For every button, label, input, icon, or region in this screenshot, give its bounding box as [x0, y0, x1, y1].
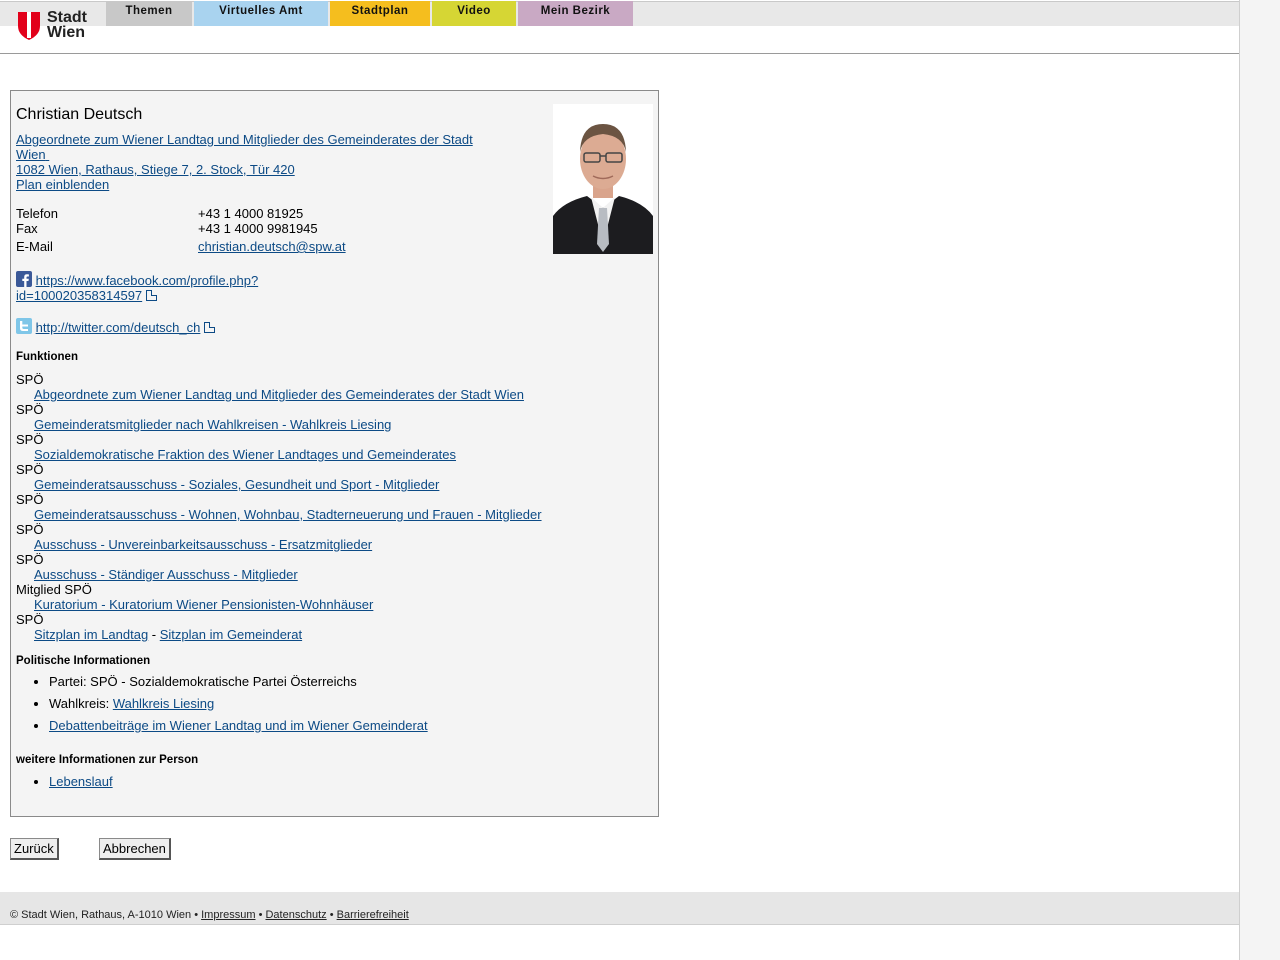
seat-plan-gemeinderat-link[interactable]: Sitzplan im Gemeinderat: [160, 627, 302, 642]
portrait-image: [553, 104, 653, 254]
role-link-line-1: Abgeordnete zum Wiener Landtag und Mitgl…: [16, 132, 473, 147]
function-party: SPÖ: [16, 402, 44, 417]
cancel-button[interactable]: Abbrechen: [99, 838, 171, 860]
seat-plan-links: Sitzplan im Landtag - Sitzplan im Gemein…: [16, 627, 636, 642]
facebook-link[interactable]: https://www.facebook.com/profile.php? id=…: [16, 273, 258, 303]
function-party: SPÖ: [16, 612, 44, 627]
tab-mein-bezirk[interactable]: Mein Bezirk: [518, 1, 633, 26]
logo-line-1: Stadt: [47, 9, 87, 26]
email-label: E-Mail: [16, 239, 53, 254]
email-row: E-Mail christian.deutsch@spw.at: [16, 239, 516, 254]
external-link-icon: [146, 290, 158, 301]
email-link[interactable]: christian.deutsch@spw.at: [198, 239, 346, 254]
function-party: SPÖ: [16, 462, 44, 477]
role-link-line-2: Wien: [16, 147, 46, 162]
tab-themen[interactable]: Themen: [106, 1, 192, 26]
debates-link[interactable]: Debattenbeiträge im Wiener Landtag und i…: [49, 718, 428, 733]
phone-value: +43 1 4000 81925: [198, 206, 304, 221]
political-info-heading: Politische Informationen: [16, 655, 151, 667]
fax-label: Fax: [16, 221, 38, 236]
party-item: Partei: SPÖ - Sozialdemokratische Partei…: [49, 674, 428, 689]
debates-item: Debattenbeiträge im Wiener Landtag und i…: [49, 718, 428, 733]
address-block: Abgeordnete zum Wiener Landtag und Mitgl…: [16, 132, 496, 192]
role-link[interactable]: Abgeordnete zum Wiener Landtag und Mitgl…: [16, 132, 496, 162]
function-link[interactable]: Ausschuss - Ständiger Ausschuss - Mitgli…: [16, 567, 636, 582]
impressum-link[interactable]: Impressum: [201, 909, 255, 921]
person-details-box: Christian Deutsch Abgeordnete zum Wiener…: [10, 90, 659, 817]
facebook-block: https://www.facebook.com/profile.php? id=…: [16, 271, 258, 303]
function-link[interactable]: Sozialdemokratische Fraktion des Wiener …: [16, 447, 636, 462]
function-party: SPÖ: [16, 522, 44, 537]
fax-row: Fax +43 1 4000 9981945: [16, 221, 516, 236]
person-photo: [553, 104, 653, 254]
cv-item: Lebenslauf: [49, 774, 113, 789]
site-header: Stadt Wien Themen Virtuelles Amt Stadtpl…: [0, 0, 1239, 54]
site-footer: © Stadt Wien, Rathaus, A-1010 Wien • Imp…: [0, 892, 1239, 925]
district-label: Wahlkreis:: [49, 696, 113, 711]
function-party: Mitglied SPÖ: [16, 582, 92, 597]
main-nav: Themen Virtuelles Amt Stadtplan Video Me…: [106, 1, 635, 26]
person-name: Christian Deutsch: [16, 106, 143, 123]
function-link[interactable]: Gemeinderatsausschuss - Soziales, Gesund…: [16, 477, 636, 492]
datenschutz-link[interactable]: Datenschutz: [265, 909, 326, 921]
wien-shield-icon: [18, 12, 40, 40]
tab-stadtplan[interactable]: Stadtplan: [330, 1, 430, 26]
address-link[interactable]: 1082 Wien, Rathaus, Stiege 7, 2. Stock, …: [16, 162, 496, 177]
twitter-link[interactable]: http://twitter.com/deutsch_ch: [36, 320, 201, 335]
functions-list: SPÖ Abgeordnete zum Wiener Landtag und M…: [16, 372, 636, 642]
function-link[interactable]: Kuratorium - Kuratorium Wiener Pensionis…: [16, 597, 636, 612]
facebook-link-line-1: https://www.facebook.com/profile.php?: [35, 273, 259, 288]
function-party: SPÖ: [16, 552, 44, 567]
tab-virtuelles-amt[interactable]: Virtuelles Amt: [194, 1, 328, 26]
function-party: SPÖ: [16, 372, 44, 387]
facebook-link-line-2: id=100020358314597: [16, 288, 143, 303]
back-button[interactable]: Zurück: [10, 838, 59, 860]
function-link[interactable]: Gemeinderatsmitglieder nach Wahlkreisen …: [16, 417, 636, 432]
logo-line-2: Wien: [47, 24, 86, 41]
political-info-list: Partei: SPÖ - Sozialdemokratische Partei…: [16, 674, 428, 740]
stadt-wien-logo[interactable]: Stadt Wien: [17, 10, 97, 42]
seat-plan-landtag-link[interactable]: Sitzplan im Landtag: [34, 627, 148, 642]
twitter-block: http://twitter.com/deutsch_ch: [16, 318, 216, 335]
logo-text: Stadt Wien: [47, 9, 87, 41]
fax-value: +43 1 4000 9981945: [198, 221, 318, 236]
tab-video[interactable]: Video: [432, 1, 516, 26]
function-party: SPÖ: [16, 492, 44, 507]
footer-separator: •: [255, 909, 266, 921]
external-link-icon: [204, 322, 216, 333]
cv-link[interactable]: Lebenslauf: [49, 774, 113, 789]
more-info-list: Lebenslauf: [16, 774, 113, 796]
more-info-heading: weitere Informationen zur Person: [16, 754, 199, 766]
show-map-link[interactable]: Plan einblenden: [16, 177, 496, 192]
barrierefreiheit-link[interactable]: Barrierefreiheit: [337, 909, 409, 921]
function-link[interactable]: Ausschuss - Unvereinbarkeitsausschuss - …: [16, 537, 636, 552]
function-link[interactable]: Gemeinderatsausschuss - Wohnen, Wohnbau,…: [16, 507, 636, 522]
phone-label: Telefon: [16, 206, 58, 221]
party-text: Partei: SPÖ - Sozialdemokratische Partei…: [49, 674, 357, 689]
function-party: SPÖ: [16, 432, 44, 447]
phone-row: Telefon +43 1 4000 81925: [16, 206, 516, 221]
facebook-icon[interactable]: [16, 271, 32, 287]
contact-table: Telefon +43 1 4000 81925 Fax +43 1 4000 …: [16, 206, 516, 254]
seat-plan-separator: -: [148, 627, 160, 642]
footer-separator: •: [326, 909, 337, 921]
district-item: Wahlkreis: Wahlkreis Liesing: [49, 696, 428, 711]
footer-text: © Stadt Wien, Rathaus, A-1010 Wien • Imp…: [10, 909, 409, 921]
page: Stadt Wien Themen Virtuelles Amt Stadtpl…: [0, 0, 1240, 960]
functions-heading: Funktionen: [16, 351, 78, 363]
district-link[interactable]: Wahlkreis Liesing: [113, 696, 214, 711]
function-link[interactable]: Abgeordnete zum Wiener Landtag und Mitgl…: [16, 387, 636, 402]
copyright-text: © Stadt Wien, Rathaus, A-1010 Wien •: [10, 909, 202, 921]
twitter-icon[interactable]: [16, 318, 32, 334]
